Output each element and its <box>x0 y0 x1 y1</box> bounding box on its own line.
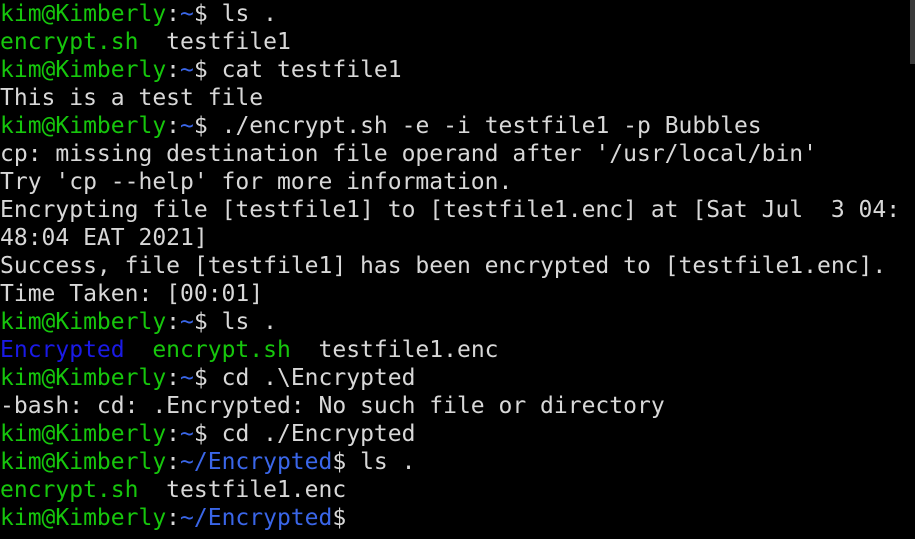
prompt-symbol: $ <box>193 309 208 335</box>
prompt-line: kim@Kimberly:~$ cat testfile1 <box>0 56 915 84</box>
command-text: cd ./Encrypted <box>207 421 416 447</box>
prompt-line: kim@Kimberly:~$ ./encrypt.sh -e -i testf… <box>0 112 915 140</box>
prompt-symbol: $ <box>193 421 208 447</box>
listing-file <box>125 337 153 363</box>
prompt-userhost: kim@Kimberly <box>0 113 167 139</box>
prompt-userhost: kim@Kimberly <box>0 421 167 447</box>
scrollbar[interactable] <box>910 0 915 64</box>
listing-file: testfile1.enc <box>290 337 499 363</box>
listing-directory: Encrypted <box>0 337 125 363</box>
listing-executable: encrypt.sh <box>0 29 139 55</box>
text-cursor <box>346 506 359 530</box>
prompt-colon: : <box>166 113 181 139</box>
directory-listing: encrypt.sh testfile1 <box>0 28 915 56</box>
output-line: cp: missing destination file operand aft… <box>0 140 915 168</box>
prompt-colon: : <box>166 449 181 475</box>
prompt-colon: : <box>166 309 181 335</box>
command-text: ls . <box>207 1 277 27</box>
prompt-path: ~/Encrypted <box>180 449 333 475</box>
command-text: ls . <box>346 449 416 475</box>
listing-executable: encrypt.sh <box>0 477 139 503</box>
prompt-userhost: kim@Kimberly <box>0 449 167 475</box>
command-text: ls . <box>207 309 277 335</box>
prompt-path: ~ <box>180 57 194 83</box>
output-line: Time Taken: [00:01] <box>0 280 915 308</box>
output-text: Time Taken: [00:01] <box>0 281 264 307</box>
output-text: Success, file [testfile1] has been encry… <box>0 253 887 279</box>
output-text: cp: missing destination file operand aft… <box>0 141 817 167</box>
terminal-window[interactable]: kim@Kimberly:~$ ls . encrypt.sh testfile1… <box>0 0 915 539</box>
prompt-line: kim@Kimberly:~$ ls . <box>0 0 915 28</box>
output-line: -bash: cd: .Encrypted: No such file or d… <box>0 392 915 420</box>
prompt-symbol: $ <box>193 113 208 139</box>
prompt-colon: : <box>166 421 181 447</box>
prompt-symbol: $ <box>332 449 347 475</box>
prompt-symbol: $ <box>193 365 208 391</box>
prompt-path: ~ <box>180 365 194 391</box>
prompt-line: kim@Kimberly:~$ ls . <box>0 308 915 336</box>
command-text: cat testfile1 <box>207 57 402 83</box>
prompt-path: ~ <box>180 309 194 335</box>
prompt-path: ~ <box>180 1 194 27</box>
output-line: Encrypting file [testfile1] to [testfile… <box>0 196 915 224</box>
output-text: 48:04 EAT 2021] <box>0 225 208 251</box>
prompt-symbol: $ <box>193 57 208 83</box>
terminal-output: kim@Kimberly:~$ ls . encrypt.sh testfile1… <box>0 0 915 532</box>
prompt-line: kim@Kimberly:~/Encrypted$ ls . <box>0 448 915 476</box>
output-line: This is a test file <box>0 84 915 112</box>
output-text: -bash: cd: .Encrypted: No such file or d… <box>0 393 665 419</box>
prompt-colon: : <box>166 57 181 83</box>
prompt-userhost: kim@Kimberly <box>0 57 167 83</box>
command-text: cd .\Encrypted <box>207 365 416 391</box>
directory-listing: Encrypted encrypt.sh testfile1.enc <box>0 336 915 364</box>
output-text: Try 'cp --help' for more information. <box>0 169 513 195</box>
prompt-userhost: kim@Kimberly <box>0 1 167 27</box>
command-text: ./encrypt.sh -e -i testfile1 -p Bubbles <box>207 113 762 139</box>
prompt-line: kim@Kimberly:~$ cd .\Encrypted <box>0 364 915 392</box>
prompt-line: kim@Kimberly:~/Encrypted$ <box>0 504 915 532</box>
prompt-colon: : <box>166 1 181 27</box>
prompt-userhost: kim@Kimberly <box>0 505 167 531</box>
output-text: This is a test file <box>0 85 264 111</box>
output-line: 48:04 EAT 2021] <box>0 224 915 252</box>
prompt-path: ~ <box>180 113 194 139</box>
prompt-symbol: $ <box>332 505 347 531</box>
prompt-symbol: $ <box>193 1 208 27</box>
prompt-path: ~ <box>180 421 194 447</box>
output-line: Success, file [testfile1] has been encry… <box>0 252 915 280</box>
prompt-line: kim@Kimberly:~$ cd ./Encrypted <box>0 420 915 448</box>
directory-listing: encrypt.sh testfile1.enc <box>0 476 915 504</box>
prompt-userhost: kim@Kimberly <box>0 309 167 335</box>
listing-executable: encrypt.sh <box>152 337 291 363</box>
output-text: Encrypting file [testfile1] to [testfile… <box>0 197 901 223</box>
listing-file: testfile1 <box>138 29 291 55</box>
prompt-path: ~/Encrypted <box>180 505 333 531</box>
prompt-colon: : <box>166 505 181 531</box>
prompt-userhost: kim@Kimberly <box>0 365 167 391</box>
listing-file: testfile1.enc <box>138 477 347 503</box>
output-line: Try 'cp --help' for more information. <box>0 168 915 196</box>
prompt-colon: : <box>166 365 181 391</box>
